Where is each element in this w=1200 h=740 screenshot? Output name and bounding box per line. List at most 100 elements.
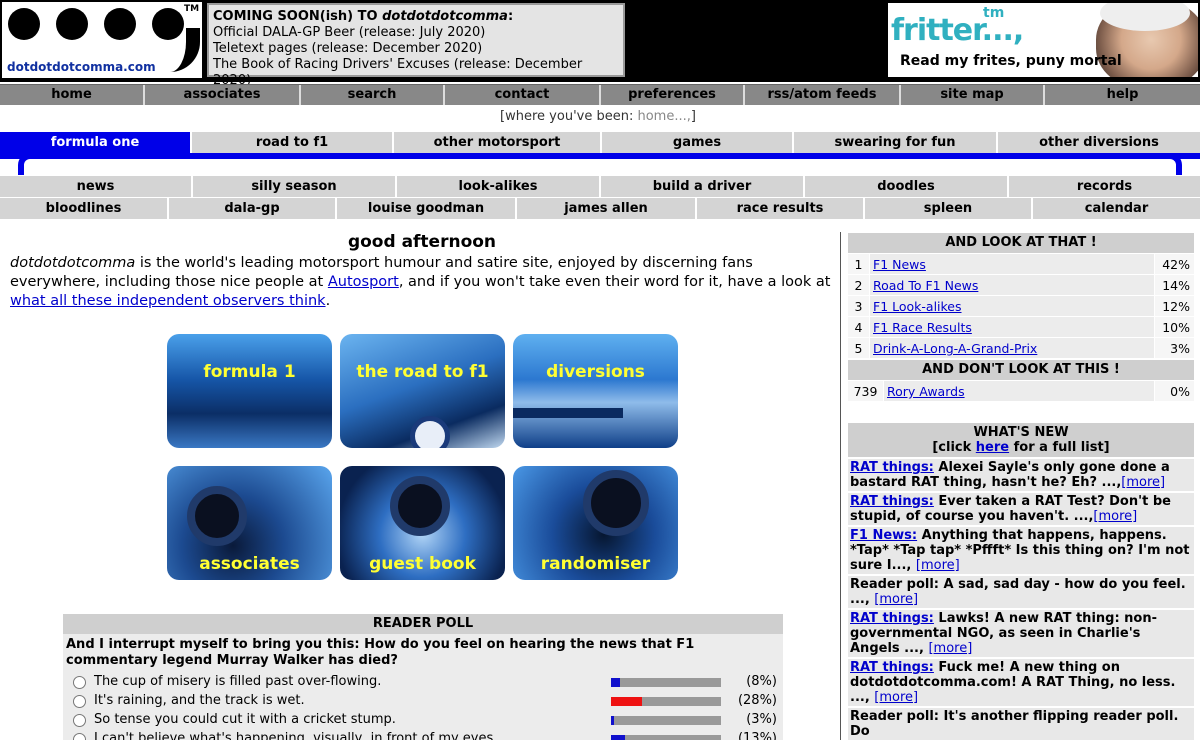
dont-look-pct: 0% [1154, 381, 1194, 401]
more-link[interactable]: [more] [1121, 475, 1165, 490]
news-text: Reader poll: It's another flipping reade… [850, 709, 1179, 739]
main-nav-home[interactable]: home [0, 85, 145, 105]
breadcrumb-prefix: [where you've been: [500, 109, 638, 124]
tile-formula-1[interactable]: formula 1 [167, 334, 332, 448]
wheel-shape [583, 470, 649, 536]
main-nav-help[interactable]: help [1045, 85, 1200, 105]
news-category-link[interactable]: RAT things: [850, 494, 934, 509]
tab-other-motorsport[interactable]: other motorsport [394, 132, 602, 153]
sub-nav-dala-gp[interactable]: dala-gp [169, 198, 337, 219]
main-nav-associates[interactable]: associates [145, 85, 301, 105]
news-category-link[interactable]: RAT things: [850, 460, 934, 475]
more-link[interactable]: [more] [874, 690, 918, 705]
poll-option[interactable]: The cup of misery is filled past over-fl… [63, 673, 783, 692]
poll-bar [611, 697, 721, 706]
tile-road-to-f1[interactable]: the road to f1 [340, 334, 505, 448]
coming-soon-item: Official DALA-GP Beer (release: July 202… [213, 25, 486, 40]
poll-bar [611, 678, 721, 687]
sub-nav-race-results[interactable]: race results [697, 198, 865, 219]
sub-nav-calendar[interactable]: calendar [1033, 198, 1200, 219]
look-item-link[interactable]: F1 Look-alikes [873, 299, 962, 314]
news-item: RAT things: Lawks! A new RAT thing: non-… [848, 610, 1194, 657]
news-item: Reader poll: It's another flipping reade… [848, 708, 1194, 740]
main-nav-search[interactable]: search [301, 85, 445, 105]
fritter-ad-banner[interactable]: fritter..., tm Read my frites, puny mort… [888, 3, 1198, 77]
more-link[interactable]: [more] [874, 592, 918, 607]
tab-games[interactable]: games [602, 132, 794, 153]
logo-tm: TM [184, 4, 200, 14]
look-item-link[interactable]: F1 Race Results [873, 320, 972, 335]
look-item-link[interactable]: F1 News [873, 257, 926, 272]
whats-new-heading: WHAT'S NEW [click here for a full list] [848, 423, 1194, 457]
more-link[interactable]: [more] [928, 641, 972, 656]
breadcrumb-trail[interactable]: home..., [637, 109, 690, 124]
sub-nav-row-1: news silly season look-alikes build a dr… [0, 176, 1200, 197]
main-nav-preferences[interactable]: preferences [601, 85, 745, 105]
sub-nav-louise-goodman[interactable]: louise goodman [337, 198, 517, 219]
dont-look-link[interactable]: Rory Awards [887, 384, 965, 399]
sub-nav-news[interactable]: news [0, 176, 193, 197]
tab-swearing-for-fun[interactable]: swearing for fun [794, 132, 998, 153]
news-category-link[interactable]: RAT things: [850, 660, 934, 675]
look-item-pct: 10% [1154, 317, 1194, 337]
site-logo[interactable]: TM dotdotdotcomma.com [2, 2, 202, 78]
sub-nav-records[interactable]: records [1009, 176, 1200, 197]
sub-nav-doodles[interactable]: doodles [805, 176, 1009, 197]
tile-diversions[interactable]: diversions [513, 334, 678, 448]
tile-associates[interactable]: associates [167, 466, 332, 580]
poll-radio[interactable] [73, 695, 86, 708]
tile-guest-book[interactable]: guest book [340, 466, 505, 580]
poll-radio[interactable] [73, 733, 86, 740]
more-link[interactable]: [more] [1093, 509, 1137, 524]
coming-soon-title-suffix: : [507, 9, 514, 24]
poll-radio[interactable] [73, 676, 86, 689]
tile-randomiser[interactable]: randomiser [513, 466, 678, 580]
tab-road-to-f1[interactable]: road to f1 [192, 132, 394, 153]
poll-bar [611, 716, 721, 725]
ad-caption: Read my frites, puny mortal [900, 53, 1122, 69]
poll-option[interactable]: I can't believe what's happening, visual… [63, 730, 783, 740]
poll-option[interactable]: It's raining, and the track is wet. (28%… [63, 692, 783, 711]
dont-look-heading: AND DON'T LOOK AT THIS ! [848, 360, 1194, 380]
main-nav-site-map[interactable]: site map [901, 85, 1045, 105]
whats-new-full-list-link[interactable]: here [976, 440, 1009, 455]
poll-bar-fill [611, 678, 620, 687]
sub-nav-spleen[interactable]: spleen [865, 198, 1033, 219]
breadcrumb-suffix: ] [690, 109, 696, 124]
dont-look-item: 739 Rory Awards 0% [848, 380, 1194, 401]
poll-pct: (13%) [737, 731, 777, 740]
coming-soon-title-prefix: COMING SOON(ish) TO [213, 9, 383, 24]
sub-nav-build-a-driver[interactable]: build a driver [601, 176, 805, 197]
tile-label: randomiser [540, 554, 651, 574]
intro-text-part: , and if you won't take even their word … [398, 274, 831, 290]
main-nav-contact[interactable]: contact [445, 85, 601, 105]
tab-other-diversions[interactable]: other diversions [998, 132, 1200, 153]
news-category-link[interactable]: RAT things: [850, 611, 934, 626]
intro-text: dotdotdotcomma is the world's leading mo… [10, 254, 834, 311]
poll-option[interactable]: So tense you could cut it with a cricket… [63, 711, 783, 730]
sub-nav-bloodlines[interactable]: bloodlines [0, 198, 169, 219]
poll-heading: READER POLL [63, 614, 783, 634]
tab-formula-one[interactable]: formula one [0, 132, 192, 153]
autosport-link[interactable]: Autosport [328, 274, 399, 290]
sub-nav-james-allen[interactable]: james allen [517, 198, 697, 219]
wheel-shape [390, 476, 450, 536]
look-item-link[interactable]: Drink-A-Long-A-Grand-Prix [873, 341, 1037, 356]
look-item: 4 F1 Race Results 10% [848, 316, 1194, 337]
observers-link[interactable]: what all these independent observers thi… [10, 293, 326, 309]
main-nav-feeds[interactable]: rss/atom feeds [745, 85, 901, 105]
main-nav: home associates search contact preferenc… [0, 84, 1200, 105]
poll-radio[interactable] [73, 714, 86, 727]
look-item: 2 Road To F1 News 14% [848, 274, 1194, 295]
logo-dot [8, 8, 40, 40]
sub-nav-silly-season[interactable]: silly season [193, 176, 397, 197]
intro-text-part: . [325, 293, 331, 309]
sub-nav-look-alikes[interactable]: look-alikes [397, 176, 601, 197]
news-category-link[interactable]: F1 News: [850, 528, 917, 543]
look-item-link[interactable]: Road To F1 News [873, 278, 978, 293]
more-link[interactable]: [more] [916, 558, 960, 573]
news-item: Reader poll: A sad, sad day - how do you… [848, 576, 1194, 608]
wheel-shape [187, 486, 247, 546]
section-bar-bracket [18, 153, 1182, 175]
poll-pct: (3%) [746, 712, 777, 727]
